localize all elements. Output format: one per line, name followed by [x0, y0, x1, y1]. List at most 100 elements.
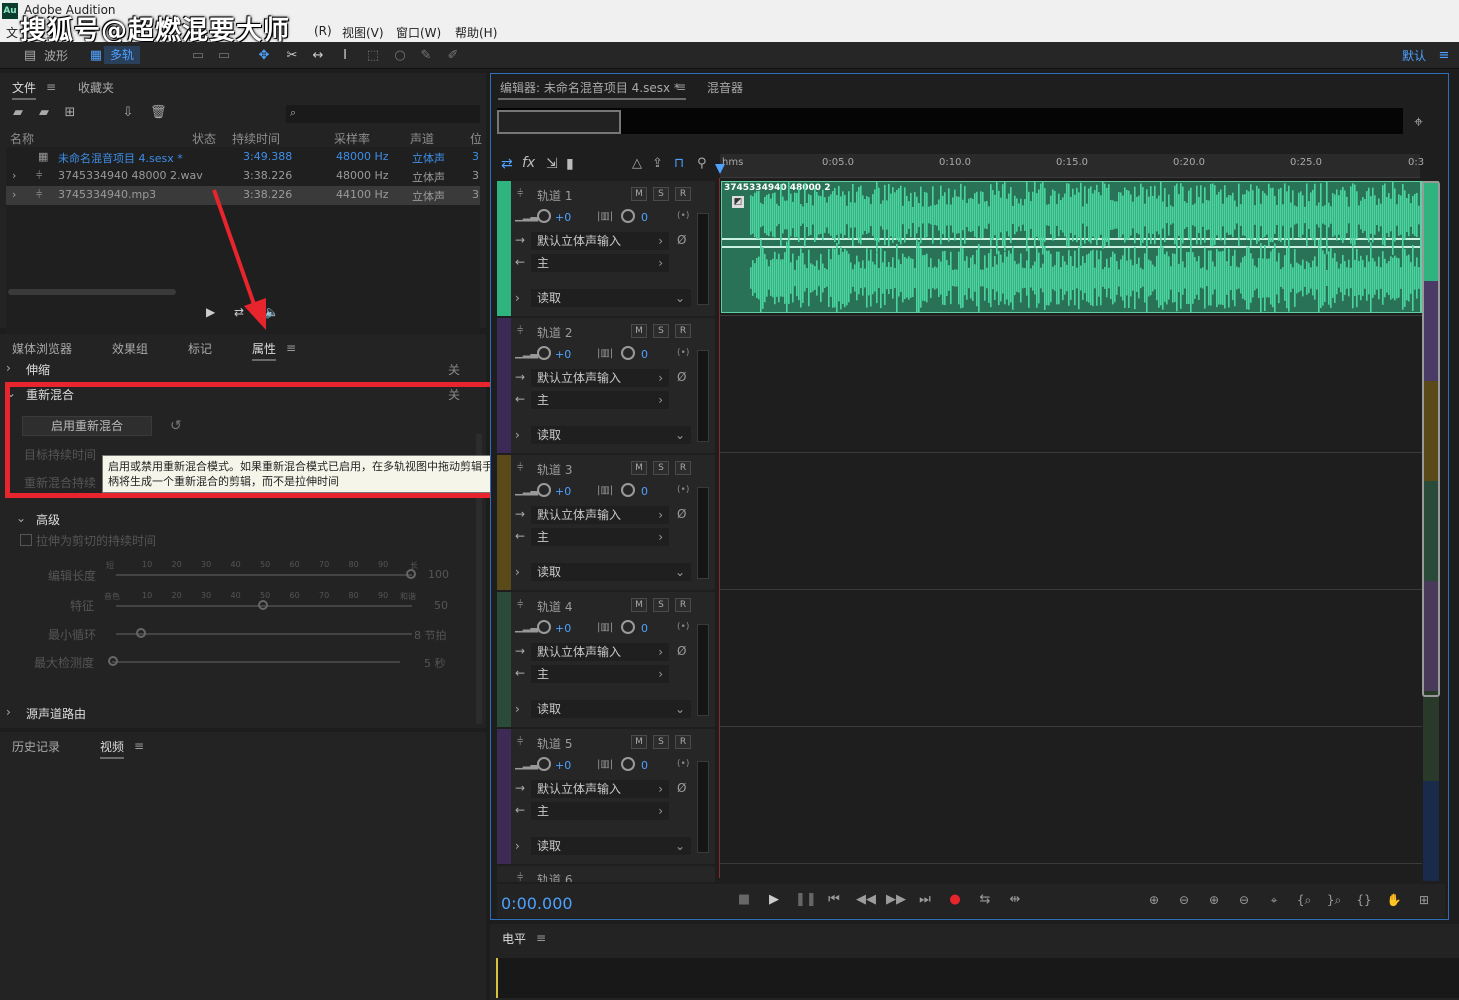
multitrack-view-button[interactable]: 多轨 — [104, 46, 141, 64]
export-icon[interactable]: ⇪ — [652, 156, 663, 171]
stereo-icon[interactable]: (•) — [677, 759, 689, 769]
automation-mode-select[interactable]: 读取 ⌄ — [531, 837, 691, 855]
zoom-in-amplitude-icon[interactable]: ⊕ — [1143, 893, 1165, 907]
marquee-tool-icon[interactable]: ⬚ — [365, 48, 381, 64]
track-color-bar[interactable] — [497, 729, 511, 864]
brush-tool-icon[interactable]: ✎ — [418, 48, 434, 64]
snap-icon[interactable]: ⊓ — [674, 156, 684, 171]
levels-menu-icon[interactable]: ≡ — [536, 931, 546, 945]
input-select[interactable]: 默认立体声输入 › — [531, 506, 669, 524]
stop-icon[interactable]: ■ — [735, 892, 753, 907]
volume-knob[interactable] — [537, 757, 551, 771]
spectral-display-icon[interactable]: ▭ — [190, 48, 206, 64]
pause-icon[interactable]: ❚❚ — [795, 892, 817, 907]
zoom-out-full-icon[interactable]: ⌖ — [1263, 893, 1285, 908]
files-horizontal-scrollbar[interactable] — [8, 289, 176, 295]
track-name[interactable]: 轨道 2 — [537, 324, 572, 341]
mute-button[interactable]: M — [631, 461, 647, 475]
pan-knob[interactable] — [621, 209, 635, 223]
workspace-selector[interactable]: 默认 — [1402, 47, 1426, 64]
track-color-bar[interactable] — [497, 455, 511, 590]
expand-chevron-icon[interactable]: › — [515, 702, 520, 716]
record-arm-button[interactable]: R — [675, 324, 691, 338]
phase-invert-icon[interactable]: Ø — [677, 781, 686, 795]
expand-chevron-icon[interactable]: › — [515, 428, 520, 442]
lasso-tool-icon[interactable]: ○ — [392, 48, 408, 64]
zoom-selection-icon[interactable]: {} — [1353, 893, 1375, 907]
stereo-icon[interactable]: (•) — [677, 348, 689, 358]
volume-knob[interactable] — [537, 620, 551, 634]
insert-into-multitrack-icon[interactable]: ⇩ — [120, 105, 136, 121]
col-bits[interactable]: 位 — [470, 130, 482, 147]
editor-tab-menu-icon[interactable]: ≡ — [676, 80, 686, 94]
pan-value[interactable]: 0 — [641, 622, 648, 635]
record-arm-button[interactable]: R — [675, 461, 691, 475]
col-name[interactable]: 名称 — [10, 130, 34, 147]
track-header-5[interactable]: ⫩ 轨道 5 M S R ▁▂▃ +0 |▥| 0 (•) → 默认立体声输入 › Ø ← 主 › › 读取 ⌄ — [497, 729, 715, 864]
slip-tool-icon[interactable]: ↔ — [310, 48, 326, 64]
files-search-input[interactable]: ⌕ — [286, 105, 480, 123]
section-stretch[interactable]: › 伸缩 关 — [0, 358, 474, 380]
output-select[interactable]: 主 › — [531, 802, 669, 820]
solo-button[interactable]: S — [653, 735, 669, 749]
stereo-icon[interactable]: (•) — [677, 485, 689, 495]
track-name[interactable]: 轨道 1 — [537, 187, 572, 204]
section-advanced[interactable]: ⌄ 高级 — [0, 508, 474, 530]
menu-item-r[interactable]: (R) — [314, 24, 332, 38]
col-status[interactable]: 状态 — [192, 130, 216, 147]
automation-mode-select[interactable]: 读取 ⌄ — [531, 289, 691, 307]
tracks-swap-icon[interactable]: ⇄ — [501, 156, 513, 172]
pan-knob[interactable] — [621, 620, 635, 634]
min-loop-slider-handle[interactable] — [136, 628, 146, 638]
zoom-hand-icon[interactable]: ✋ — [1383, 893, 1405, 907]
mute-button[interactable]: M — [631, 735, 647, 749]
zoom-out-time-icon[interactable]: ⊖ — [1233, 893, 1255, 907]
track-header-3[interactable]: ⫩ 轨道 3 M S R ▁▂▃ +0 |▥| 0 (•) → 默认立体声输入 › Ø ← 主 › › 读取 ⌄ — [497, 455, 715, 590]
expand-chevron-icon[interactable]: › — [12, 188, 16, 201]
sends-icon[interactable]: ⇲ — [546, 156, 558, 172]
volume-value[interactable]: +0 — [555, 759, 571, 772]
rewind-icon[interactable]: ◀◀ — [856, 892, 876, 907]
waveform-view-button[interactable]: 波形 — [44, 47, 68, 64]
metronome-icon[interactable]: △ — [632, 156, 642, 171]
volume-knob[interactable] — [537, 346, 551, 360]
volume-knob[interactable] — [537, 483, 551, 497]
solo-button[interactable]: S — [653, 461, 669, 475]
spot-healing-tool-icon[interactable]: ✐ — [445, 48, 461, 64]
tab-history[interactable]: 历史记录 — [12, 738, 60, 755]
track-color-bar[interactable] — [497, 592, 511, 727]
razor-tool-icon[interactable]: ✂ — [284, 48, 300, 64]
delete-file-icon[interactable]: 🗑 — [150, 105, 167, 121]
menu-file[interactable]: 文 — [6, 24, 18, 41]
audio-clip[interactable]: 3745334940 48000 2 ◩ — [721, 181, 1421, 313]
input-select[interactable]: 默认立体声输入 › — [531, 232, 669, 250]
feature-slider-handle[interactable] — [258, 600, 268, 610]
track-header-1[interactable]: ⫩ 轨道 1 M S R ▁▂▃ +0 |▥| 0 (•) → 默认立体声输入 › Ø ← 主 › › 读取 ⌄ — [497, 181, 715, 316]
phase-invert-icon[interactable]: Ø — [677, 370, 686, 384]
min-loop-slider[interactable] — [116, 633, 412, 635]
pan-value[interactable]: 0 — [641, 348, 648, 361]
solo-button[interactable]: S — [653, 187, 669, 201]
track-header-6[interactable]: ⫩ 轨道 6 — [497, 866, 715, 882]
record-arm-button[interactable]: R — [675, 598, 691, 612]
volume-value[interactable]: +0 — [555, 211, 571, 224]
volume-knob[interactable] — [537, 209, 551, 223]
mute-button[interactable]: M — [631, 598, 647, 612]
stereo-icon[interactable]: (•) — [677, 211, 689, 221]
timeline-ruler[interactable]: hms 0:05.0 0:10.0 0:15.0 0:20.0 0:25.0 0… — [720, 154, 1424, 178]
solo-button[interactable]: S — [653, 324, 669, 338]
record-arm-button[interactable]: R — [675, 187, 691, 201]
mixer-tab[interactable]: 混音器 — [707, 79, 743, 96]
volume-value[interactable]: +0 — [555, 485, 571, 498]
expand-chevron-icon[interactable]: › — [12, 169, 16, 182]
files-panel-menu-icon[interactable]: ≡ — [46, 80, 56, 94]
col-samplerate[interactable]: 采样率 — [334, 130, 370, 147]
expand-chevron-icon[interactable]: › — [515, 291, 520, 305]
pitch-display-icon[interactable]: ▭ — [216, 48, 232, 64]
output-select[interactable]: 主 › — [531, 665, 669, 683]
zoom-in-right-icon[interactable]: }⌕ — [1323, 893, 1345, 908]
properties-menu-icon[interactable]: ≡ — [286, 341, 296, 355]
tab-files[interactable]: 文件 — [12, 79, 37, 100]
track-color-bar[interactable] — [497, 181, 511, 316]
stereo-icon[interactable]: (•) — [677, 622, 689, 632]
